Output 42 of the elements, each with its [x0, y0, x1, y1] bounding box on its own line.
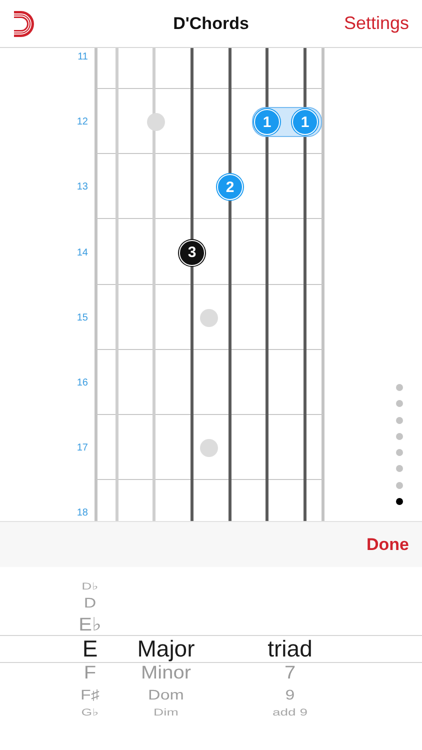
picker-option[interactable]: add 9 — [272, 707, 308, 717]
fret-number: 15 — [76, 312, 88, 324]
settings-button[interactable]: Settings — [344, 13, 409, 34]
finger-dot[interactable]: 3 — [179, 240, 205, 266]
picker-option[interactable]: F♯ — [80, 688, 100, 702]
picker-option[interactable]: 9 — [285, 688, 295, 702]
fret-number: 18 — [76, 508, 88, 519]
page-dot[interactable] — [396, 416, 403, 424]
fret-number: 11 — [78, 52, 88, 62]
page-dot[interactable] — [396, 465, 403, 472]
picker-option[interactable]: E♭ — [78, 616, 102, 634]
picker-option[interactable]: triad — [268, 638, 312, 660]
picker-option[interactable]: Dim — [154, 707, 178, 717]
page-dot[interactable] — [396, 482, 403, 489]
picker-option[interactable]: 7 — [284, 664, 296, 682]
fret-number: 17 — [76, 442, 88, 454]
fret-number: 16 — [76, 378, 88, 388]
fret-number: 13 — [76, 182, 88, 193]
page-dot[interactable] — [396, 498, 403, 506]
picker-option[interactable]: E — [82, 638, 98, 660]
picker-option[interactable]: D♭ — [82, 581, 98, 591]
picker-option[interactable]: Dom — [148, 688, 184, 702]
picker-option[interactable]: Minor — [141, 664, 191, 682]
page-dot[interactable] — [396, 384, 403, 391]
picker-option[interactable]: G♭ — [81, 707, 99, 717]
picker-option[interactable]: D — [84, 596, 96, 610]
fret-number: 14 — [76, 247, 88, 258]
picker-option[interactable]: Major — [137, 638, 195, 660]
finger-dot[interactable]: 1 — [292, 109, 318, 136]
finger-dot[interactable]: 2 — [217, 174, 243, 200]
page-dot[interactable] — [396, 432, 403, 440]
finger-dot[interactable]: 1 — [254, 109, 280, 136]
page-dot[interactable] — [396, 400, 403, 408]
fret-number: 12 — [76, 116, 88, 128]
logo-icon — [14, 10, 34, 36]
page-dot[interactable] — [396, 449, 403, 456]
fret-inlay — [147, 113, 165, 132]
fret-inlay — [200, 308, 218, 327]
picker-option[interactable]: F — [84, 664, 96, 682]
done-button[interactable]: Done — [366, 534, 409, 554]
window-title: D'Chords — [173, 14, 249, 34]
fret-inlay — [200, 439, 218, 458]
